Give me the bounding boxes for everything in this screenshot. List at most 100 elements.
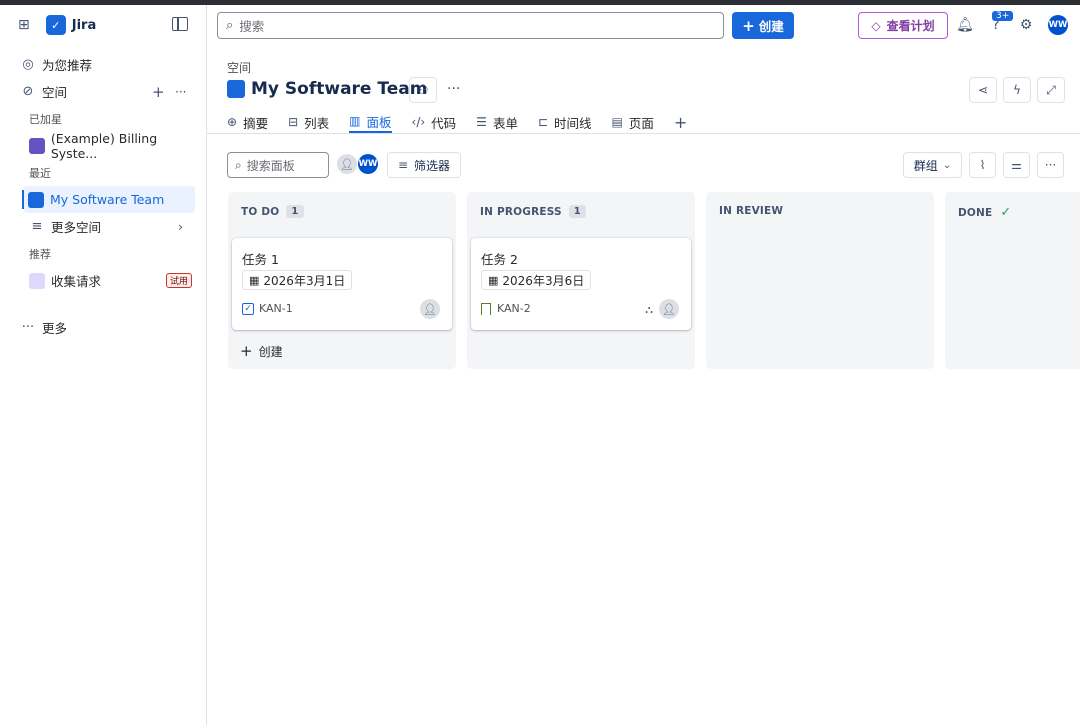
expand-icon: ⤢ [1046, 82, 1056, 97]
issue-key-text: KAN-1 [259, 302, 293, 315]
user-avatar-filter[interactable]: WW [358, 154, 378, 174]
settings-gear-icon[interactable]: ⚙ [1017, 17, 1035, 35]
sidebar: ⊞ ✓ Jira ◎ 为您推荐 ⊘ 空间 + ··· 已加星 (Example)… [0, 5, 207, 725]
create-button-label: 创建 [758, 19, 784, 34]
board-column-in-review: IN REVIEW [706, 192, 934, 369]
sidebar-item-my-software-team[interactable]: My Software Team [22, 186, 195, 213]
tab-board[interactable]: ▥ 面板 [349, 111, 392, 133]
issue-card[interactable]: 任务 2 ▦ 2026年3月6日 KAN-2 ⛬ 👤︎ [471, 238, 691, 330]
tab-code[interactable]: ‹/› 代码 [412, 111, 457, 133]
board-search-placeholder: 搜索面板 [246, 158, 295, 173]
search-placeholder: 搜索 [239, 19, 265, 34]
share-icon: ⋖ [977, 83, 989, 97]
timeline-icon: ⊏ [537, 115, 549, 129]
filter-button[interactable]: ≡ 筛选器 [387, 152, 461, 178]
column-header: IN REVIEW [719, 205, 783, 217]
hierarchy-icon: ⛬ [645, 303, 653, 316]
collapse-sidebar-icon[interactable] [172, 17, 188, 31]
column-count: 1 [286, 205, 304, 218]
tab-pages[interactable]: ▤ 页面 [612, 111, 654, 133]
sidebar-item-billing[interactable]: (Example) Billing Syste... [0, 130, 206, 161]
project-avatar-icon [28, 191, 44, 208]
project-avatar-icon [227, 80, 245, 98]
due-date-text: 2026年3月1日 [263, 273, 346, 288]
tab-label: 表单 [492, 115, 518, 131]
jira-logo[interactable]: ✓ [45, 15, 66, 35]
filter-icon: ≡ [397, 158, 409, 172]
trial-badge: 试用 [165, 273, 192, 288]
issue-key: KAN-2 [481, 302, 531, 315]
app-name: Jira [71, 17, 97, 33]
group-by-button[interactable]: 群组 ⌄ [903, 152, 962, 178]
global-search-input[interactable]: ⌕ 搜索 [217, 12, 724, 39]
page-title: My Software Team [227, 79, 427, 99]
add-space-icon[interactable]: + [152, 83, 165, 101]
assignee-avatar[interactable]: 👤︎ [659, 299, 679, 319]
calendar-icon: ▦ [249, 273, 260, 287]
tab-label: 列表 [304, 115, 330, 131]
sidebar-item-spaces[interactable]: ⊘ 空间 + ··· [0, 78, 206, 105]
team-members-button[interactable]: ⚇ [409, 77, 437, 103]
more-actions-icon[interactable]: ··· [447, 81, 460, 97]
sidebar-item-label: 为您推荐 [42, 58, 93, 73]
create-issue-button[interactable]: + 创建 [240, 342, 283, 360]
project-avatar-icon [29, 137, 45, 154]
assignee-avatar[interactable]: 👤︎ [420, 299, 440, 319]
column-header: TO DO 1 [241, 205, 304, 218]
space-tabs: ⊕ 摘要 ⊟ 列表 ▥ 面板 ‹/› 代码 ☰ 表单 ⊏ 时间线 ▤ 页面 + [227, 111, 707, 133]
column-title: IN PROGRESS [480, 205, 562, 218]
view-plans-button[interactable]: ◇ 查看计划 [858, 12, 948, 39]
more-board-actions-button[interactable]: ··· [1037, 152, 1064, 178]
divider [207, 133, 1080, 134]
main-content: 空间 My Software Team ⚇ ··· ⋖ ϟ ⤢ ⊕ 摘要 ⊟ 列表 … [207, 45, 1080, 725]
sidebar-item-label: 空间 [42, 85, 68, 100]
issue-card[interactable]: 任务 1 ▦ 2026年3月1日 ✓ KAN-1 👤︎ [232, 238, 452, 330]
board-icon: ▥ [349, 114, 361, 128]
column-count: 1 [568, 205, 586, 218]
sidebar-item-for-you[interactable]: ◎ 为您推荐 [0, 51, 206, 78]
due-date: ▦ 2026年3月1日 [242, 270, 353, 290]
app-switcher-icon[interactable]: ⊞ [18, 17, 30, 33]
group-label: 群组 [913, 158, 938, 173]
tab-forms[interactable]: ☰ 表单 [476, 111, 518, 133]
card-title: 任务 2 [481, 252, 518, 267]
section-recent: 最近 [29, 166, 51, 180]
automation-button[interactable]: ϟ [1003, 77, 1031, 103]
add-tab-button[interactable]: + [674, 111, 687, 133]
view-plans-label: 查看计划 [886, 19, 935, 33]
insights-button[interactable]: ⌇ [969, 152, 996, 178]
create-button[interactable]: + 创建 [732, 12, 794, 39]
sidebar-item-label: My Software Team [50, 192, 165, 207]
lightning-icon: ϟ [1013, 83, 1021, 97]
sidebar-item-more[interactable]: ··· 更多 [0, 314, 206, 341]
user-avatar[interactable]: WW [1048, 15, 1068, 35]
bell-icon[interactable]: 🔔︎ [956, 17, 974, 35]
sidebar-item-label: (Example) Billing Syste... [50, 130, 158, 161]
issue-key-text: KAN-2 [497, 302, 531, 315]
sidebar-item-collect-requests[interactable]: 收集请求 试用 [0, 267, 206, 294]
tab-list[interactable]: ⊟ 列表 [288, 111, 329, 133]
view-settings-button[interactable]: ⚌ [1003, 152, 1030, 178]
gem-icon: ◇ [871, 18, 881, 33]
more-actions-icon[interactable]: ··· [175, 85, 186, 99]
board-column-done: DONE ✓ [945, 192, 1080, 369]
unassigned-avatar-filter[interactable]: 👤︎ [337, 154, 357, 174]
chevron-right-icon: › [178, 219, 183, 234]
calendar-icon: ▦ [488, 273, 499, 287]
search-icon: ⌕ [226, 18, 234, 33]
fullscreen-button[interactable]: ⤢ [1037, 77, 1065, 103]
breadcrumb[interactable]: 空间 [227, 59, 251, 76]
more-icon: ··· [1044, 158, 1057, 172]
column-header: IN PROGRESS 1 [480, 205, 586, 218]
board-search-input[interactable]: ⌕ 搜索面板 [227, 152, 329, 178]
search-icon: ⌕ [235, 157, 242, 172]
tab-summary[interactable]: ⊕ 摘要 [227, 111, 268, 133]
tab-label: 代码 [431, 115, 457, 131]
share-button[interactable]: ⋖ [969, 77, 997, 103]
tab-timeline[interactable]: ⊏ 时间线 [538, 111, 592, 133]
sidebar-item-more-spaces[interactable]: ≡ 更多空间 › [0, 213, 206, 240]
section-recommended: 推荐 [29, 247, 51, 261]
due-date-text: 2026年3月6日 [502, 273, 585, 288]
tab-label: 面板 [366, 114, 392, 130]
section-starred: 已加星 [29, 112, 62, 126]
